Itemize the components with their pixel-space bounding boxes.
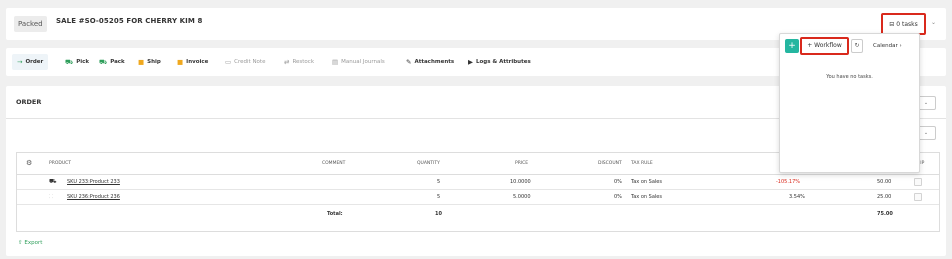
tasks-dropdown: + + Workflow ↻ Calendar › You have no ta… bbox=[779, 33, 920, 173]
tab-label: Logs & Attributes bbox=[476, 59, 531, 65]
col-discount[interactable]: DISCOUNT bbox=[598, 161, 622, 166]
tab-label: Ship bbox=[147, 59, 161, 65]
cart-icon: ⛟ bbox=[65, 57, 74, 66]
totals-amount: 75.00 bbox=[877, 211, 893, 217]
tab-label: Restock bbox=[292, 59, 315, 65]
margin-cell: 3.54% bbox=[789, 194, 805, 200]
col-product[interactable]: PRODUCT bbox=[49, 161, 71, 166]
tab-logs-attributes[interactable]: ▶ Logs & Attributes bbox=[468, 54, 531, 70]
arrow-right-icon: → bbox=[17, 58, 23, 66]
quantity-cell: 5 bbox=[437, 179, 441, 185]
ship-checkbox[interactable] bbox=[914, 178, 922, 186]
tasks-button[interactable]: ⊟ 0 tasks bbox=[881, 13, 926, 35]
paperclip-icon: ✎ bbox=[406, 58, 412, 66]
drag-handle-icon[interactable]: ⸬ bbox=[49, 194, 53, 200]
quantity-cell: 5 bbox=[437, 194, 441, 200]
tab-label: Credit Note bbox=[234, 59, 266, 65]
price-cell: 5.0000 bbox=[513, 194, 531, 200]
totals-quantity: 10 bbox=[435, 211, 442, 217]
price-cell: 10.0000 bbox=[510, 179, 531, 185]
tab-ship[interactable]: ■ Ship bbox=[138, 54, 161, 70]
tab-label: Pick bbox=[76, 59, 90, 65]
tab-order[interactable]: → Order bbox=[12, 54, 49, 70]
product-link[interactable]: SKU 233:Product 233 bbox=[67, 179, 120, 185]
product-link[interactable]: SKU 236:Product 236 bbox=[67, 194, 120, 200]
table-row: ⛟ SKU 233:Product 233 5 10.0000 0% Tax o… bbox=[17, 175, 939, 190]
export-link[interactable]: ⇧ Export bbox=[18, 240, 42, 246]
tax-rule-cell: Tax on Sales bbox=[631, 194, 662, 200]
table-row: ⸬ SKU 236:Product 236 5 5.0000 0% Tax on… bbox=[17, 190, 939, 205]
total-cell: 50.00 bbox=[877, 179, 892, 185]
tab-pack[interactable]: ⛟ Pack bbox=[99, 54, 125, 70]
tasks-icon: ⊟ bbox=[889, 20, 895, 28]
tab-label: Invoice bbox=[186, 59, 209, 65]
calendar-link[interactable]: Calendar › bbox=[873, 43, 902, 49]
credit-note-icon: ▭ bbox=[225, 58, 232, 66]
ship-checkbox[interactable] bbox=[914, 193, 922, 201]
tab-label: Order bbox=[25, 59, 44, 65]
add-workflow-button[interactable]: + Workflow bbox=[800, 37, 849, 55]
tab-invoice[interactable]: ■ Invoice bbox=[177, 54, 208, 70]
col-tax-rule[interactable]: TAX RULE bbox=[631, 161, 653, 166]
tab-label: Attachments bbox=[414, 59, 455, 65]
add-task-button[interactable]: + bbox=[785, 39, 799, 53]
cart-icon: ⛟ bbox=[99, 57, 108, 66]
cart-icon: ⛟ bbox=[49, 178, 57, 185]
empty-tasks-message: You have no tasks. bbox=[826, 74, 873, 80]
col-comment[interactable]: COMMENT bbox=[322, 161, 345, 166]
status-badge: Packed bbox=[14, 16, 47, 32]
tag-icon: ▶ bbox=[468, 58, 473, 66]
tab-credit-note[interactable]: ▭ Credit Note bbox=[225, 54, 265, 70]
col-price[interactable]: PRICE bbox=[515, 161, 528, 166]
tab-restock[interactable]: ⇄ Restock bbox=[284, 54, 314, 70]
tax-rule-cell: Tax on Sales bbox=[631, 179, 662, 185]
chevron-down-icon[interactable]: ⌄ bbox=[931, 19, 936, 26]
gear-icon[interactable]: ⚙ bbox=[26, 159, 32, 167]
tab-manual-journals[interactable]: ▤ Manual Journals bbox=[332, 54, 385, 70]
page-title: SALE #SO-05205 FOR CHERRY KIM 8 bbox=[56, 17, 203, 25]
margin-cell: -105.17% bbox=[776, 179, 801, 185]
total-cell: 25.00 bbox=[877, 194, 892, 200]
discount-cell: 0% bbox=[614, 194, 622, 200]
totals-label: Total: bbox=[327, 211, 343, 217]
invoice-icon: ■ bbox=[177, 58, 184, 66]
section-title: ORDER bbox=[16, 98, 42, 106]
discount-cell: 0% bbox=[614, 179, 622, 185]
totals-row: Total: 10 75.00 bbox=[17, 207, 939, 222]
restock-icon: ⇄ bbox=[284, 58, 290, 66]
chevron-right-icon: › bbox=[899, 43, 902, 49]
journal-icon: ▤ bbox=[332, 58, 339, 66]
tab-label: Manual Journals bbox=[341, 59, 385, 65]
tab-label: Pack bbox=[110, 59, 125, 65]
export-icon: ⇧ bbox=[18, 240, 23, 246]
ship-icon: ■ bbox=[138, 58, 145, 66]
tasks-label: 0 tasks bbox=[896, 20, 918, 28]
tab-attachments[interactable]: ✎ Attachments bbox=[406, 54, 454, 70]
refresh-icon[interactable]: ↻ bbox=[851, 39, 863, 53]
tab-pick[interactable]: ⛟ Pick bbox=[65, 54, 89, 70]
col-quantity[interactable]: QUANTITY bbox=[417, 161, 440, 166]
